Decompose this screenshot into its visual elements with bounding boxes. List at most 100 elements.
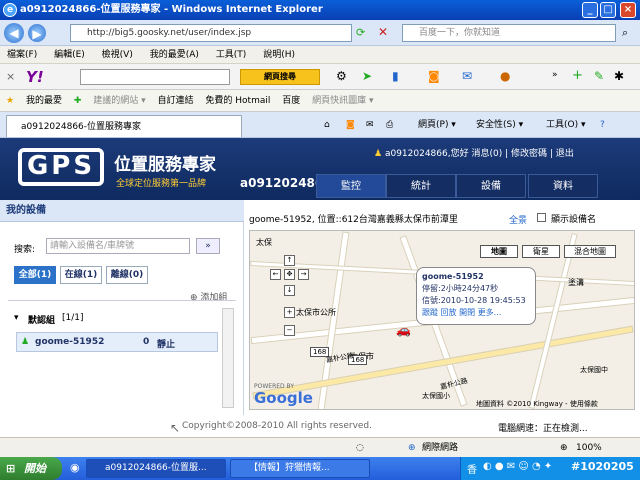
info-device-name: goome-51952 [422, 272, 484, 281]
start-button[interactable]: ⊞ 開始 [0, 457, 62, 480]
pan-center-button[interactable]: ✥ [284, 269, 295, 280]
yahoo-search-button[interactable]: 網頁搜尋 [240, 69, 320, 85]
toolbar-pencil-icon[interactable]: ✎ [594, 69, 604, 83]
gps-title: 位置服務專家 [114, 155, 216, 175]
info-link-track[interactable]: 跟蹤 [422, 308, 438, 317]
info-stop: 停留:2小時24分47秒 [422, 284, 499, 293]
device-row[interactable]: ♟ goome-51952 0 靜止 [16, 332, 218, 352]
toolbar-settings-icon[interactable]: ✱ [614, 69, 624, 83]
filter-all[interactable]: 全部(1) [14, 266, 56, 284]
address-bar: ◀ ▶ http://big5.goosky.net/user/index.js… [0, 20, 640, 46]
pan-down-button[interactable]: ↓ [284, 285, 295, 296]
mail-cmd-icon[interactable]: ✉ [366, 118, 374, 132]
pan-left-button[interactable]: ← [270, 269, 281, 280]
mail-icon[interactable]: ✉ [462, 69, 472, 83]
user-links[interactable]: ♟ a0912024866,您好 消息(0) | 修改密碼 | 退出 [374, 146, 574, 159]
google-logo[interactable]: Google [254, 389, 313, 407]
print-icon[interactable]: ⎙ [386, 118, 393, 132]
taskbar-item-news[interactable]: 【情報】狩獵情報... [230, 459, 370, 478]
chevron-right-icon[interactable]: » [552, 70, 558, 80]
tab-data[interactable]: 資料 [528, 174, 598, 198]
menu-tools[interactable]: 工具(T) [209, 46, 254, 64]
close-button[interactable]: × [620, 2, 636, 18]
safety-menu[interactable]: 安全性(S) ▾ [476, 118, 523, 132]
tab-bar: a0912024866-位置服務專家 ⌂ ◙ ✉ ⎙ 網頁(P) ▾ 安全性(S… [0, 112, 640, 138]
tray-icons[interactable]: ◐ ● ✉ ☺ ◔ ✦ [483, 461, 552, 472]
group-collapse-icon[interactable]: ▾ [14, 313, 19, 323]
map-type-map[interactable]: 地圖 [480, 245, 518, 258]
toolbar-arrow-icon[interactable]: ➤ [362, 69, 372, 83]
zoom-level[interactable]: 100% [576, 438, 602, 458]
map-type-hybrid[interactable]: 混合地圖 [564, 245, 616, 258]
add-icon[interactable]: + [572, 68, 583, 83]
device-search-input[interactable]: 請輸入設備名/車牌號 [46, 238, 190, 254]
close-toolbar-icon[interactable]: × [6, 70, 15, 83]
filter-offline[interactable]: 離線(0) [106, 266, 148, 284]
menu-file[interactable]: 檔案(F) [0, 46, 44, 64]
search-dropdown-icon[interactable]: » [196, 238, 220, 254]
refresh-icon[interactable]: ⟳ [356, 26, 365, 39]
map-copyright[interactable]: 地圖資料 ©2010 Kingway - 使用條款 [476, 399, 598, 409]
mouse-cursor-icon: ↖ [170, 421, 181, 435]
gps-subtitle: 全球定位服務第一品牌 [116, 179, 207, 189]
menu-favorites[interactable]: 我的最愛(A) [143, 46, 206, 64]
menu-help[interactable]: 說明(H) [256, 46, 302, 64]
info-link-toggle[interactable]: 開閉 [459, 308, 475, 317]
tab-devices[interactable]: 設備 [456, 174, 526, 198]
map[interactable]: 太保 太保市 太保市公所 168 168 嘉朴公路 嘉朴公路 太保國小 塗溝 太… [249, 230, 635, 410]
rss-icon[interactable]: ◙ [428, 69, 440, 83]
fav-hotmail[interactable]: 免費的 Hotmail [205, 90, 270, 112]
taskbar-item-ie[interactable]: a0912024866-位置服... [86, 459, 226, 478]
url-input[interactable]: http://big5.goosky.net/user/index.jsp [70, 24, 352, 42]
filter-online[interactable]: 在線(1) [60, 266, 102, 284]
network-status: 電腦網速：正在檢測... [498, 424, 588, 434]
browser-tab[interactable]: a0912024866-位置服務專家 [6, 115, 242, 137]
back-icon[interactable]: ◀ [4, 23, 24, 43]
add-group-link[interactable]: ⊕ 添加組 [190, 290, 227, 303]
menu-edit[interactable]: 編輯(E) [47, 46, 92, 64]
menu-view[interactable]: 檢視(V) [95, 46, 140, 64]
user-links-text[interactable]: a0912024866,您好 消息(0) | 修改密碼 | 退出 [385, 149, 574, 159]
fav-webslice[interactable]: 網頁快訊圖庫 ▾ [312, 90, 373, 112]
home-icon[interactable]: ⌂ [324, 118, 330, 132]
sidebar-scrollbar[interactable] [222, 308, 234, 408]
add-group-label: 添加組 [200, 293, 228, 303]
fullscreen-link[interactable]: 全景 [509, 213, 527, 226]
fav-suggested[interactable]: 建議的網站 ▾ [93, 90, 145, 112]
feeds-icon[interactable]: ◙ [346, 118, 355, 132]
fav-baidu[interactable]: 百度 [282, 90, 300, 112]
fav-custom-links[interactable]: 自訂連結 [158, 90, 194, 112]
maximize-button[interactable]: □ [600, 2, 616, 18]
toolbar-tool-icon[interactable]: ⚙ [336, 69, 347, 83]
favorites-label[interactable]: 我的最愛 [26, 90, 62, 112]
pan-right-button[interactable]: → [298, 269, 309, 280]
yahoo-logo[interactable]: Y! [26, 68, 44, 86]
info-link-playback[interactable]: 回放 [441, 308, 457, 317]
search-icon[interactable]: ⌕ [622, 26, 628, 40]
help-icon[interactable]: ? [600, 118, 605, 132]
yahoo-search-input[interactable] [80, 69, 230, 85]
pan-up-button[interactable]: ↑ [284, 255, 295, 266]
toolbar-user-icon[interactable]: ● [500, 69, 510, 83]
favorites-bar: ★ 我的最愛 ✚ 建議的網站 ▾ 自訂連結 免費的 Hotmail 百度 網頁快… [0, 90, 640, 112]
forward-icon[interactable]: ▶ [28, 24, 46, 42]
minimize-button[interactable]: _ [582, 2, 598, 18]
map-type-satellite[interactable]: 衛星 [522, 245, 560, 258]
add-favorite-icon[interactable]: ✚ [74, 90, 82, 112]
group-name[interactable]: 默認組 [28, 313, 55, 326]
info-link-more[interactable]: 更多... [478, 308, 502, 317]
zoom-in-button[interactable]: + [284, 307, 295, 318]
tab-monitor[interactable]: 監控 [316, 174, 386, 198]
map-label: 塗溝 [568, 278, 584, 287]
stop-icon[interactable]: ✕ [378, 25, 388, 39]
car-icon[interactable]: 🚗 [396, 323, 411, 337]
page-menu[interactable]: 網頁(P) ▾ [418, 118, 456, 132]
ime-indicator[interactable]: 香 [467, 461, 477, 476]
quick-launch-icon[interactable]: ◉ [70, 461, 80, 474]
tab-statistics[interactable]: 統計 [386, 174, 456, 198]
toolbar-book-icon[interactable]: ▮ [392, 69, 399, 83]
tools-menu[interactable]: 工具(O) ▾ [546, 118, 586, 132]
search-input[interactable]: 百度一下，你就知道 [402, 24, 616, 42]
show-name-checkbox[interactable] [537, 213, 546, 222]
zoom-out-button[interactable]: − [284, 325, 295, 336]
